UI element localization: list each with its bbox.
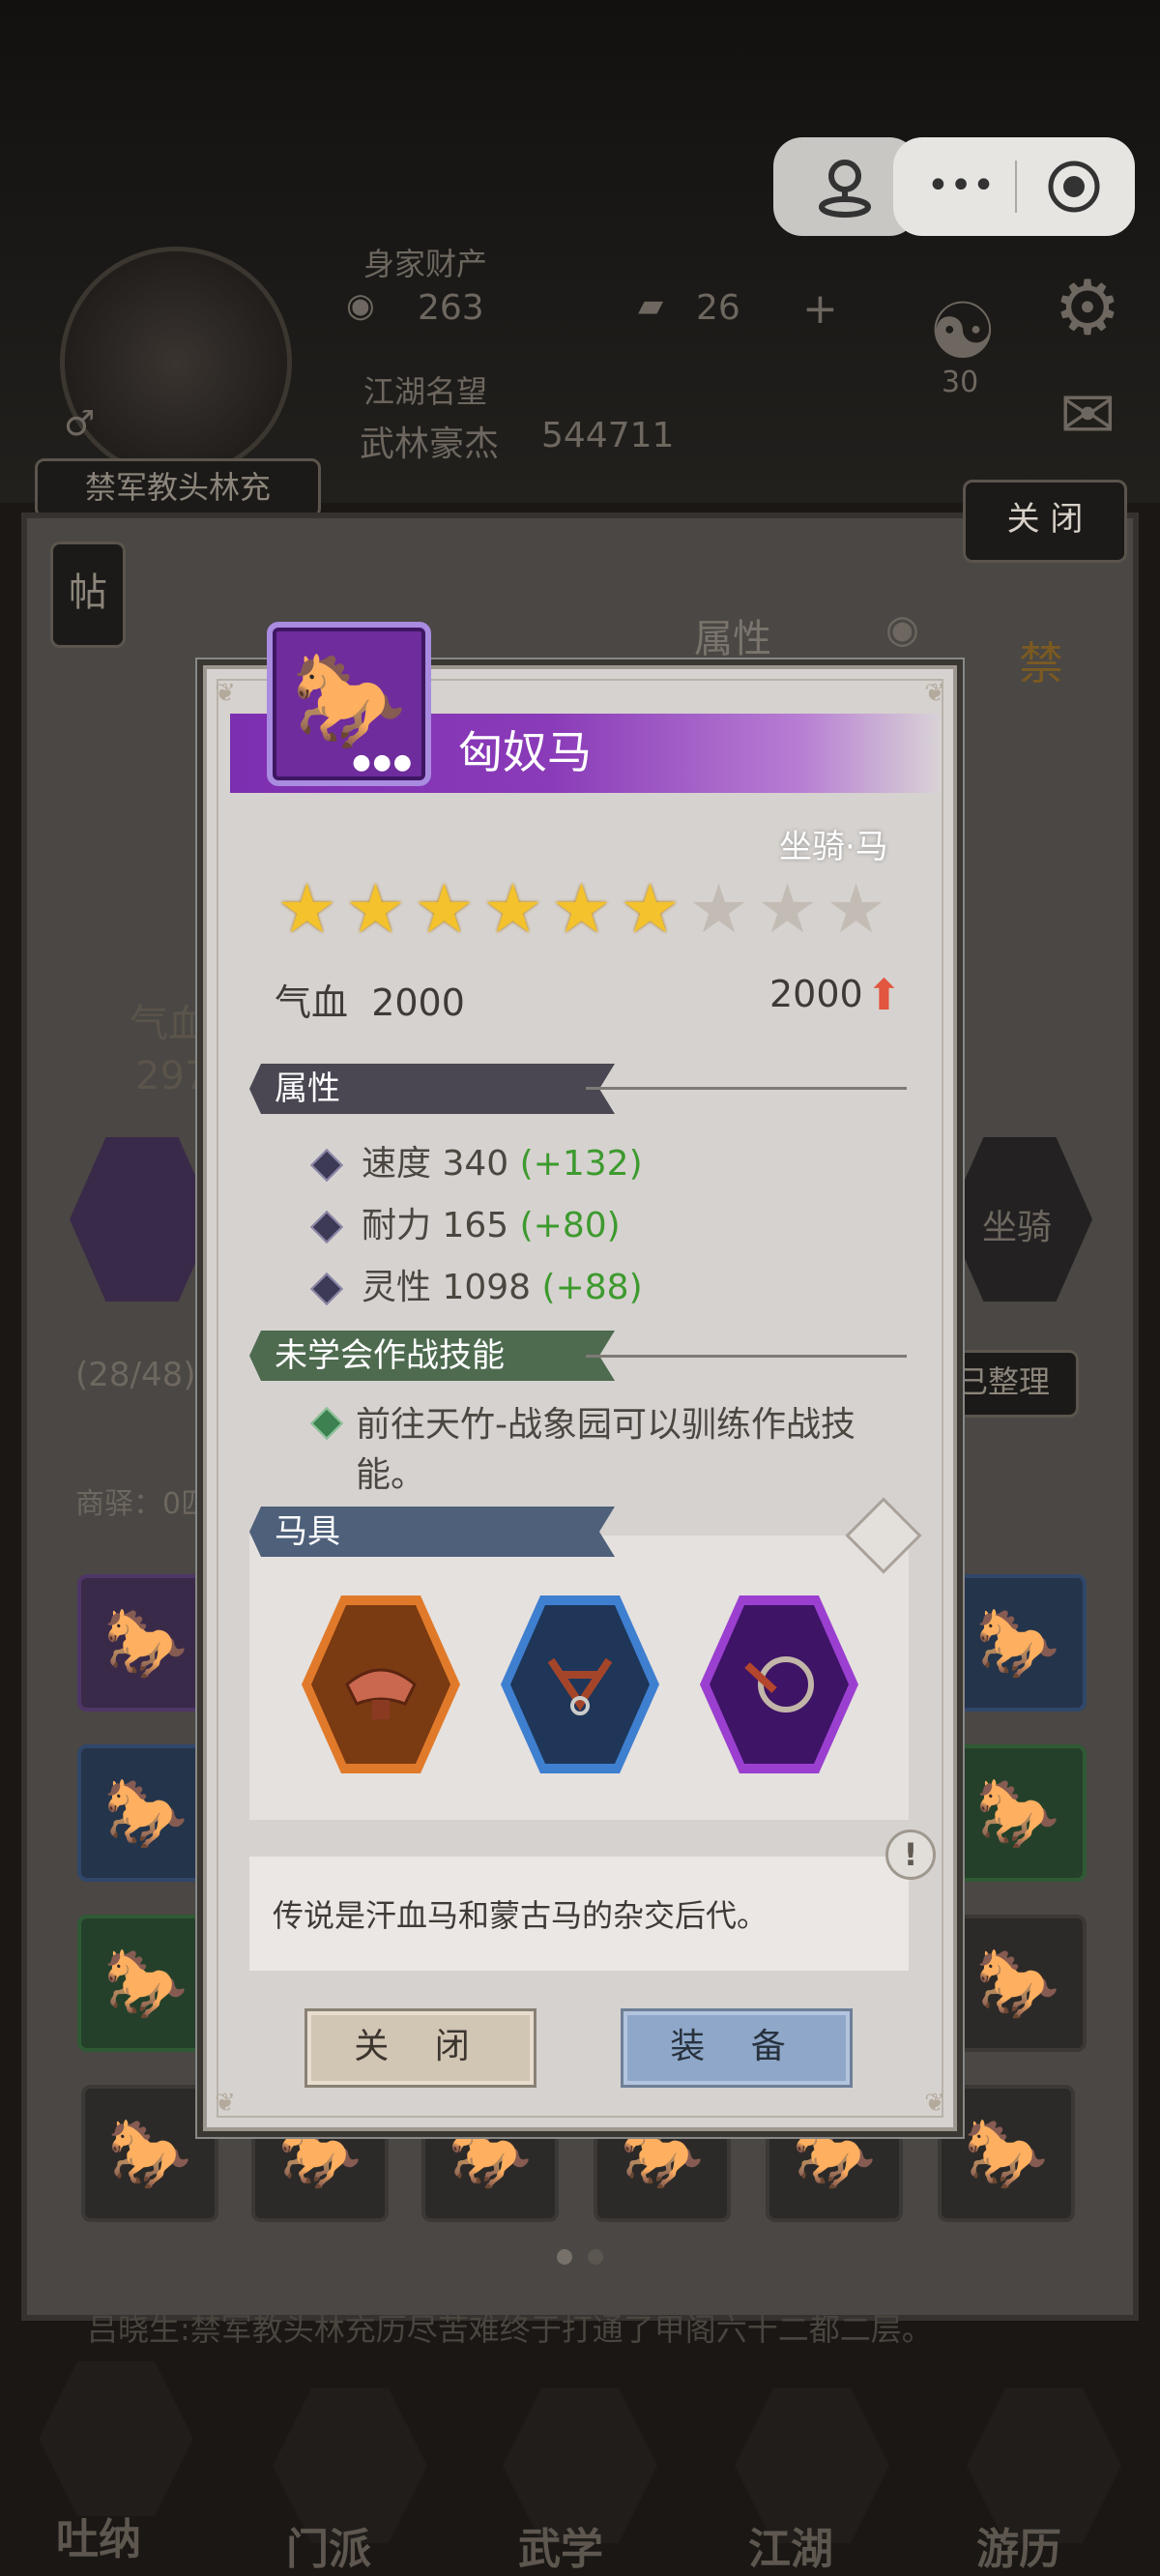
horse-slot[interactable]: 🐎 [77, 1574, 215, 1712]
charm-ornament-icon: 禁 [1019, 637, 1063, 689]
hp-label: 气血 2000 [275, 981, 465, 1024]
attr-row-speed: 速度 340 (+132) [310, 1135, 643, 1186]
star-empty-icon: ★ [826, 869, 886, 949]
star-empty-icon: ★ [757, 869, 818, 949]
ticker-text: 吕晓生:禁军教头林充历尽苦难终于打通了甲阁六十二都二层。 [87, 2311, 933, 2348]
saddle-icon [311, 1605, 450, 1764]
more-dots-icon[interactable]: ••• [922, 159, 1000, 213]
diamond-bullet-icon [310, 1211, 343, 1244]
star-filled-icon: ★ [620, 869, 681, 949]
inn-label: 商驿：0匹 [75, 1487, 211, 1521]
horse-icon: 🐎 [103, 1773, 188, 1853]
eye-icon[interactable]: ◉ [885, 607, 919, 652]
rank-title: 武林豪杰 [360, 424, 500, 464]
horse-icon: 🐎 [103, 1603, 188, 1683]
attr-row-stamina: 耐力 165 (+80) [310, 1197, 621, 1247]
nav-sect-label: 门派 [286, 2525, 371, 2574]
horse-slot[interactable]: 🐎 [77, 1744, 215, 1882]
up-arrow-icon: ⬆ [866, 971, 902, 1020]
hp-compare-value: 2000 [769, 973, 863, 1015]
diamond-bullet-icon [310, 1149, 343, 1182]
attr-row-spirit: 灵性 1098 (+88) [310, 1259, 643, 1309]
horse-slot[interactable]: 🐎 [949, 1744, 1087, 1882]
section-divider [586, 1087, 907, 1090]
page-dot-active [557, 2249, 572, 2265]
mini-program-capsule: ••• [893, 137, 1135, 236]
corner-ornament: ❦ [215, 679, 236, 708]
reputation-label: 江湖名望 [363, 373, 488, 410]
nav-jianghu-label: 江湖 [748, 2525, 833, 2574]
corner-ornament: ❦ [924, 679, 945, 708]
diamond-bullet-icon [310, 1273, 343, 1305]
gold-ingot-icon: ◉ [346, 286, 375, 325]
star-empty-icon: ★ [688, 869, 749, 949]
skill-section-tag: 未学会作战技能 [249, 1331, 615, 1381]
bit-ring-icon [710, 1605, 849, 1764]
settings-gear-icon[interactable]: ⚙ [1054, 265, 1121, 352]
item-icon-frame[interactable]: 🐎 ●●● [267, 622, 431, 786]
horse-icon: 🐎 [964, 2114, 1049, 2193]
horse-slot[interactable]: 🐎 [77, 1915, 215, 2052]
star-filled-icon: ★ [345, 869, 406, 949]
bridle-icon [510, 1605, 650, 1764]
green-diamond-icon [310, 1407, 362, 1440]
star-filled-icon: ★ [482, 869, 543, 949]
corner-ornament: ❦ [924, 2089, 945, 2118]
horse-slot[interactable]: 🐎 [949, 1574, 1087, 1712]
character-name: 禁军教头林充 [35, 458, 321, 518]
rank-score: 544711 [541, 416, 675, 455]
mount-slot-label: 坐骑 [982, 1208, 1053, 1247]
horse-slot[interactable]: 🐎 [949, 1915, 1087, 2052]
modal-close-button[interactable]: 关 闭 [304, 2008, 536, 2088]
gear-section-tag: 马具 [249, 1507, 615, 1557]
location-pin-icon [818, 155, 872, 219]
corner-ornament: ❦ [215, 2089, 236, 2118]
horse-slot[interactable]: 🐎 [81, 2085, 218, 2222]
item-type: 坐骑·马 [779, 828, 888, 866]
attr-section-tag: 属性 [249, 1064, 615, 1114]
currency-2-value: 26 [696, 288, 740, 328]
attr-tab[interactable]: 属性 [694, 607, 771, 663]
background-close-button[interactable]: 关 闭 [963, 480, 1127, 563]
info-exclamation-icon[interactable]: ! [885, 1830, 936, 1880]
avatar[interactable] [60, 247, 292, 479]
star-rating: ★ ★ ★ ★ ★ ★ ★ ★ ★ [273, 870, 890, 948]
badge-number: 30 [942, 366, 979, 399]
hp-value-partial: 297 [135, 1054, 210, 1098]
horse-icon: 🐎 [975, 1944, 1060, 2023]
post-button[interactable]: 帖 [50, 542, 126, 648]
item-more-dots-icon: ●●● [352, 750, 414, 775]
currency-1-value: 263 [418, 288, 484, 328]
hp-label-partial: 气血 [130, 1002, 207, 1046]
nav-martial-label: 武学 [518, 2525, 603, 2574]
add-currency-icon[interactable]: + [802, 284, 838, 334]
item-description: 传说是汗血马和蒙古马的杂交后代。 [273, 1897, 768, 1934]
horse-icon: 🐎 [975, 1773, 1060, 1853]
ticket-icon: ▰ [638, 286, 664, 325]
horse-slot[interactable]: 🐎 [938, 2085, 1075, 2222]
section-divider [586, 1355, 907, 1358]
nav-breathing-label: 吐纳 [56, 2515, 141, 2564]
horse-icon: 🐎 [103, 1944, 188, 2023]
yin-yang-icon[interactable]: ☯ [928, 286, 998, 376]
equip-button[interactable]: 装 备 [621, 2008, 853, 2088]
nav-breathing[interactable] [39, 2361, 193, 2516]
star-filled-icon: ★ [276, 869, 337, 949]
mail-icon[interactable]: ✉ [1059, 375, 1116, 454]
assets-label: 身家财产 [363, 246, 488, 282]
capsule-divider [1015, 161, 1017, 213]
slot-count: (28/48) [75, 1356, 196, 1394]
hp-value: 2000 [371, 981, 465, 1024]
star-filled-icon: ★ [414, 869, 475, 949]
item-name: 匈奴马 [458, 726, 592, 778]
horse-icon: 🐎 [107, 2114, 192, 2193]
gender-male-icon: ♂ [64, 404, 96, 444]
skill-hint: 前往天竹-战象园可以驯练作战技能。 [356, 1405, 856, 1495]
star-filled-icon: ★ [551, 869, 612, 949]
page-dot [588, 2249, 603, 2265]
nav-travel-label: 游历 [976, 2525, 1061, 2574]
exit-target-icon[interactable] [1046, 159, 1102, 215]
horse-icon: 🐎 [975, 1603, 1060, 1683]
